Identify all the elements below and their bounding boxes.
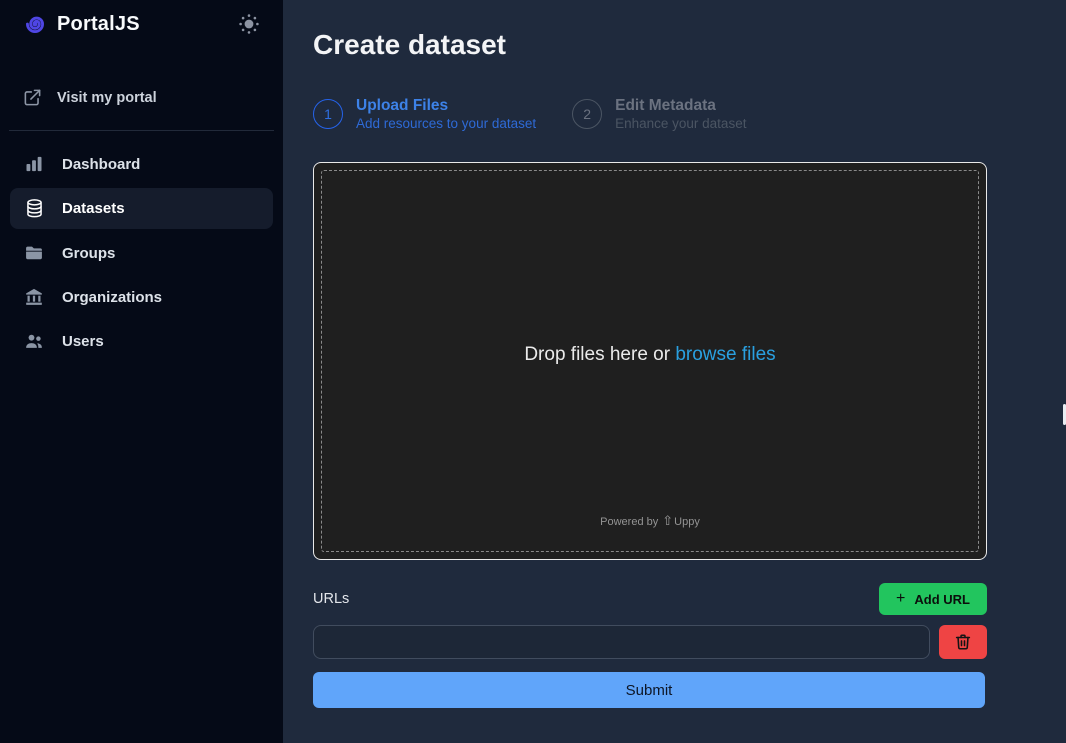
sidebar-item-label: Organizations — [62, 289, 162, 306]
sidebar-item-dashboard[interactable]: Dashboard — [10, 144, 273, 184]
sidebar-item-organizations[interactable]: Organizations — [10, 277, 273, 317]
visit-portal-link[interactable]: Visit my portal — [0, 82, 283, 113]
dropzone-dashed-area: Drop files here or browse files Powered … — [321, 170, 979, 552]
main-content: Create dataset 1 Upload Files Add resour… — [283, 0, 1066, 743]
sidebar-item-users[interactable]: Users — [10, 321, 273, 361]
url-input[interactable] — [313, 625, 930, 659]
delete-url-button[interactable] — [939, 625, 987, 659]
bank-icon — [23, 287, 45, 307]
sidebar-header: PortalJS — [0, 0, 283, 48]
bar-chart-icon — [23, 154, 45, 174]
theme-toggle-button[interactable] — [237, 12, 261, 36]
page-title: Create dataset — [313, 29, 987, 61]
sidebar-item-label: Datasets — [62, 200, 125, 217]
browse-files-link[interactable]: browse files — [675, 344, 775, 365]
sidebar: PortalJS Visit my portal — [0, 0, 283, 743]
drop-prompt: Drop files here or browse files — [322, 344, 978, 366]
wizard-steps: 1 Upload Files Add resources to your dat… — [313, 97, 987, 131]
urls-label: URLs — [313, 591, 349, 607]
sidebar-item-label: Groups — [62, 245, 115, 262]
sidebar-item-datasets[interactable]: Datasets — [10, 188, 273, 229]
trash-icon — [954, 633, 972, 651]
step-edit-metadata[interactable]: 2 Edit Metadata Enhance your dataset — [572, 97, 746, 131]
sidebar-item-label: Users — [62, 333, 104, 350]
users-icon — [23, 331, 45, 351]
sidebar-item-label: Dashboard — [62, 156, 140, 173]
brand-name: PortalJS — [57, 13, 140, 36]
submit-label: Submit — [626, 682, 673, 699]
step-subtitle: Add resources to your dataset — [356, 116, 536, 131]
add-url-button[interactable]: + Add URL — [879, 583, 987, 615]
file-dropzone[interactable]: Drop files here or browse files Powered … — [313, 162, 987, 560]
powered-by-uppy-link[interactable]: Powered by ⇧Uppy — [322, 513, 978, 529]
folder-icon — [23, 243, 45, 263]
sidebar-nav: Dashboard Datasets Groups — [0, 131, 283, 374]
plus-icon: + — [896, 591, 905, 607]
database-icon — [23, 198, 45, 219]
powered-by-brand: Uppy — [674, 516, 700, 528]
sun-icon — [237, 12, 261, 36]
uppy-logo-icon: ⇧ — [662, 513, 673, 528]
brand-logo[interactable]: PortalJS — [22, 11, 140, 37]
visit-portal-label: Visit my portal — [57, 90, 157, 106]
step-number-badge: 1 — [313, 99, 343, 129]
step-subtitle: Enhance your dataset — [615, 116, 746, 131]
step-number-badge: 2 — [572, 99, 602, 129]
drop-prompt-text: Drop files here or — [524, 344, 675, 365]
step-title: Edit Metadata — [615, 97, 746, 115]
powered-by-label: Powered by — [600, 516, 658, 528]
step-title: Upload Files — [356, 97, 536, 115]
sidebar-item-groups[interactable]: Groups — [10, 233, 273, 273]
step-upload-files[interactable]: 1 Upload Files Add resources to your dat… — [313, 97, 536, 131]
add-url-label: Add URL — [914, 592, 970, 607]
external-link-icon — [23, 88, 42, 107]
spiral-logo-icon — [22, 11, 48, 37]
submit-button[interactable]: Submit — [313, 672, 985, 708]
